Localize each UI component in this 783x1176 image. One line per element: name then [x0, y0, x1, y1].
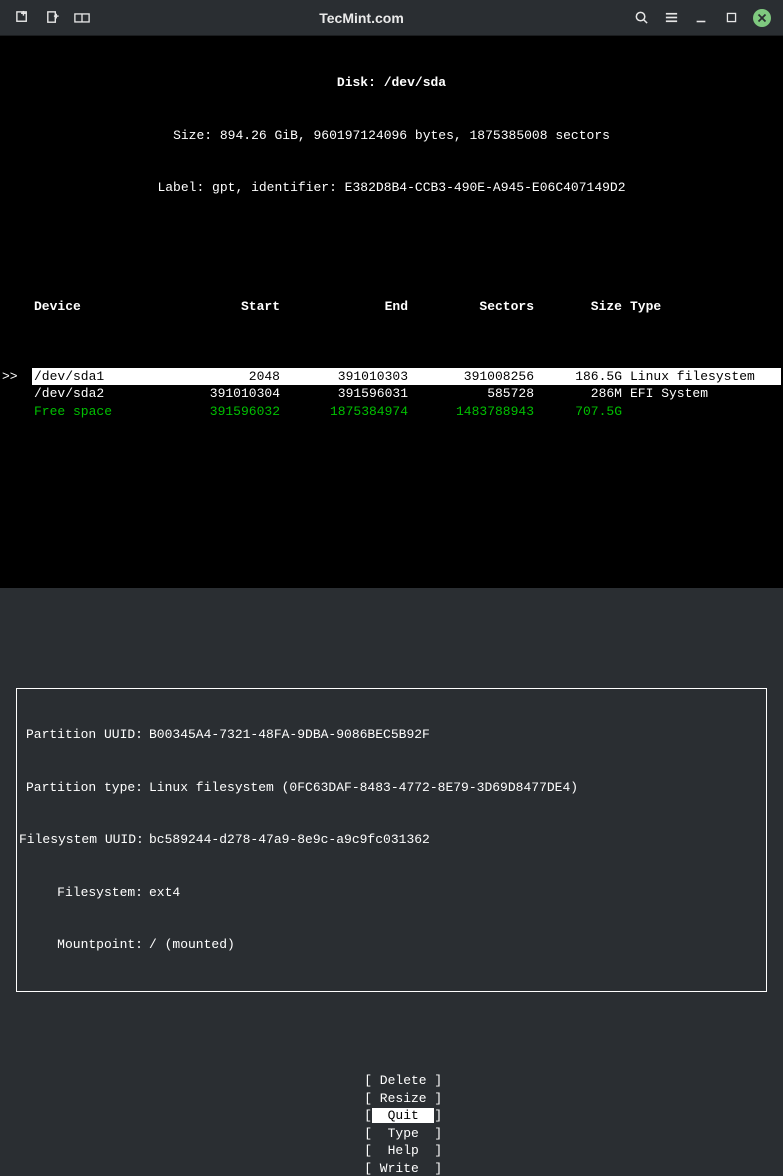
col-end: End — [280, 298, 408, 316]
detail-label: Mountpoint: — [19, 936, 149, 954]
cell-type — [622, 403, 781, 421]
detail-value: Linux filesystem (0FC63DAF-8483-4772-8E7… — [149, 779, 578, 797]
disk-title: Disk: /dev/sda — [2, 74, 781, 92]
terminal-area[interactable]: Disk: /dev/sda Size: 894.26 GiB, 9601971… — [0, 36, 783, 588]
titlebar: TecMint.com — [0, 0, 783, 36]
col-device: Device — [32, 298, 162, 316]
details-box: Partition UUID:B00345A4-7321-48FA-9DBA-9… — [16, 688, 767, 992]
cell-type: Linux filesystem — [622, 368, 781, 386]
action-bar: [ Delete ] [ Resize ] [ Quit ] [ Type ] … — [2, 1055, 781, 1176]
cell-sectors: 585728 — [408, 385, 534, 403]
detail-value: / (mounted) — [149, 936, 235, 954]
new-tab-icon[interactable] — [14, 10, 30, 26]
cell-end: 391010303 — [280, 368, 408, 386]
detail-label: Partition UUID: — [19, 726, 149, 744]
cell-start: 391596032 — [162, 403, 280, 421]
close-icon[interactable] — [753, 9, 771, 27]
col-start: Start — [162, 298, 280, 316]
cell-size: 707.5G — [534, 403, 622, 421]
cell-type: EFI System — [622, 385, 781, 403]
cell-device: /dev/sda1 — [32, 368, 162, 386]
col-size: Size — [534, 298, 622, 316]
quit-button[interactable]: [ Quit ] — [364, 1108, 442, 1123]
row-marker — [2, 403, 32, 421]
detail-value: bc589244-d278-47a9-8e9c-a9c9fc031362 — [149, 831, 430, 849]
maximize-icon[interactable] — [723, 10, 739, 26]
menu-icon[interactable] — [663, 10, 679, 26]
cell-end: 1875384974 — [280, 403, 408, 421]
split-icon[interactable] — [74, 10, 90, 26]
search-icon[interactable] — [633, 10, 649, 26]
disk-label-line: Label: gpt, identifier: E382D8B4-CCB3-49… — [2, 179, 781, 197]
cell-device: /dev/sda2 — [32, 385, 162, 403]
cell-sectors: 1483788943 — [408, 403, 534, 421]
cell-size: 286M — [534, 385, 622, 403]
detail-label: Filesystem UUID: — [19, 831, 149, 849]
resize-button[interactable]: [ Resize ] — [364, 1091, 442, 1106]
row-marker — [2, 385, 32, 403]
detail-label: Partition type: — [19, 779, 149, 797]
table-row[interactable]: Free space391596032187538497414837889437… — [2, 403, 781, 421]
cell-device: Free space — [32, 403, 162, 421]
disk-size-line: Size: 894.26 GiB, 960197124096 bytes, 18… — [2, 127, 781, 145]
detail-label: Filesystem: — [19, 884, 149, 902]
cell-end: 391596031 — [280, 385, 408, 403]
titlebar-left-group — [14, 10, 90, 26]
window-title: TecMint.com — [90, 10, 633, 26]
cell-start: 2048 — [162, 368, 280, 386]
col-sectors: Sectors — [408, 298, 534, 316]
titlebar-right-group — [633, 9, 771, 27]
new-window-icon[interactable] — [44, 10, 60, 26]
table-row[interactable]: /dev/sda2391010304391596031585728286MEFI… — [2, 385, 781, 403]
minimize-icon[interactable] — [693, 10, 709, 26]
delete-button[interactable]: [ Delete ] — [364, 1073, 442, 1088]
detail-value: ext4 — [149, 884, 180, 902]
write-button[interactable]: [ Write ] — [364, 1161, 442, 1176]
cell-start: 391010304 — [162, 385, 280, 403]
type-button[interactable]: [ Type ] — [364, 1126, 442, 1141]
cell-size: 186.5G — [534, 368, 622, 386]
detail-value: B00345A4-7321-48FA-9DBA-9086BEC5B92F — [149, 726, 430, 744]
partition-table: >>/dev/sda12048391010303391008256186.5GL… — [2, 368, 781, 421]
table-row[interactable]: >>/dev/sda12048391010303391008256186.5GL… — [2, 368, 781, 386]
cell-sectors: 391008256 — [408, 368, 534, 386]
table-header: Device Start End Sectors Size Type — [2, 298, 781, 316]
help-button[interactable]: [ Help ] — [364, 1143, 442, 1158]
row-marker: >> — [2, 368, 32, 386]
col-type: Type — [622, 298, 781, 316]
